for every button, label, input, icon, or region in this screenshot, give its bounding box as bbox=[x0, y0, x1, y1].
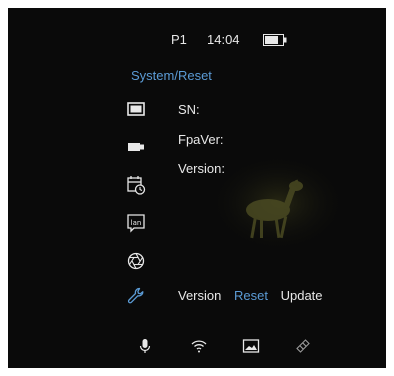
version-label: Version: bbox=[178, 161, 225, 176]
satellite-icon bbox=[296, 339, 310, 353]
wrench-icon[interactable] bbox=[125, 285, 147, 307]
display-icon[interactable] bbox=[125, 98, 147, 120]
clock-time: 14:04 bbox=[207, 32, 240, 47]
tab-reset[interactable]: Reset bbox=[234, 288, 268, 303]
thermal-deer-image bbox=[208, 153, 348, 253]
tab-version[interactable]: Version bbox=[178, 288, 221, 303]
profile-indicator: P1 bbox=[171, 32, 187, 47]
status-bar: P1 14:04 bbox=[8, 30, 386, 50]
submenu-tabs: Version Reset Update bbox=[178, 288, 332, 303]
device-screen: P1 14:04 System/Reset lan SN: FpaVer: Ve… bbox=[8, 8, 386, 368]
calendar-clock-icon[interactable] bbox=[125, 174, 147, 196]
camera-icon[interactable] bbox=[125, 136, 147, 158]
aperture-icon[interactable] bbox=[125, 250, 147, 272]
wifi-icon bbox=[191, 340, 207, 353]
menu-title: System/Reset bbox=[131, 68, 212, 83]
fpa-version-label: FpaVer: bbox=[178, 132, 224, 147]
language-icon[interactable]: lan bbox=[125, 212, 147, 234]
tab-update[interactable]: Update bbox=[281, 288, 323, 303]
sn-label: SN: bbox=[178, 102, 200, 117]
svg-text:lan: lan bbox=[131, 219, 142, 227]
microphone-icon bbox=[139, 339, 151, 353]
image-icon bbox=[242, 339, 260, 353]
battery-icon bbox=[263, 34, 287, 46]
